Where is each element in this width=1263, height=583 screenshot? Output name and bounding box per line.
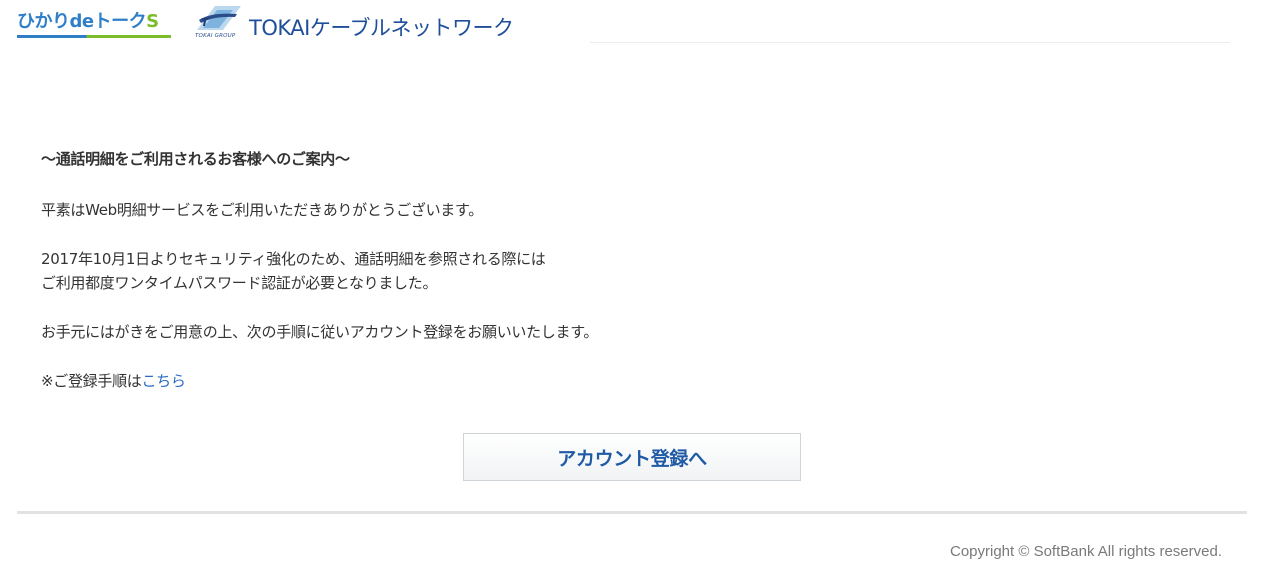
tokai-group-label: TOKAI GROUP (195, 33, 236, 39)
header-divider (590, 42, 1230, 43)
tokai-cable-network-logo: T TOKAI GROUP TOKAIケーブルネットワーク (193, 0, 538, 44)
hikari-logo-underline (17, 35, 171, 38)
greeting-text: 平素はWeb明細サービスをご利用いただきありがとうございます。 (41, 201, 483, 219)
procedure-prefix: ※ご登録手順は (41, 372, 142, 390)
notice-line-2: ご利用都度ワンタイムパスワード認証が必要となりました。 (41, 274, 438, 292)
notice-content: ～通話明細をご利用されるお客様へのご案内～ 平素はWeb明細サービスをご利用いた… (41, 147, 941, 393)
page-header: ひかりdeトークS T TOKAI GROUP TOKAIケーブルネットワーク (0, 0, 1263, 48)
tokai-company-name: TOKAIケーブルネットワーク (249, 16, 514, 40)
account-register-button[interactable]: アカウント登録へ (463, 433, 801, 481)
procedure-link[interactable]: こちら (141, 372, 185, 390)
procedure-line: ※ご登録手順はこちら (41, 369, 941, 393)
hikari-logo-suffix: S (146, 11, 159, 32)
notice-heading: ～通話明細をご利用されるお客様へのご案内～ (41, 150, 350, 168)
hikari-logo-word: ひかりdeトーク (17, 11, 147, 32)
copyright-text: Copyright © SoftBank All rights reserved… (949, 543, 1222, 560)
tokai-mark-icon: T (197, 6, 241, 30)
instruction-text: お手元にはがきをご用意の上、次の手順に従いアカウント登録をお願いいたします。 (41, 323, 599, 341)
hikari-de-talk-logo: ひかりdeトークS (17, 10, 173, 40)
footer-divider (17, 511, 1247, 514)
notice-line-1: 2017年10月1日よりセキュリティ強化のため、通話明細を参照される際には (41, 250, 546, 268)
